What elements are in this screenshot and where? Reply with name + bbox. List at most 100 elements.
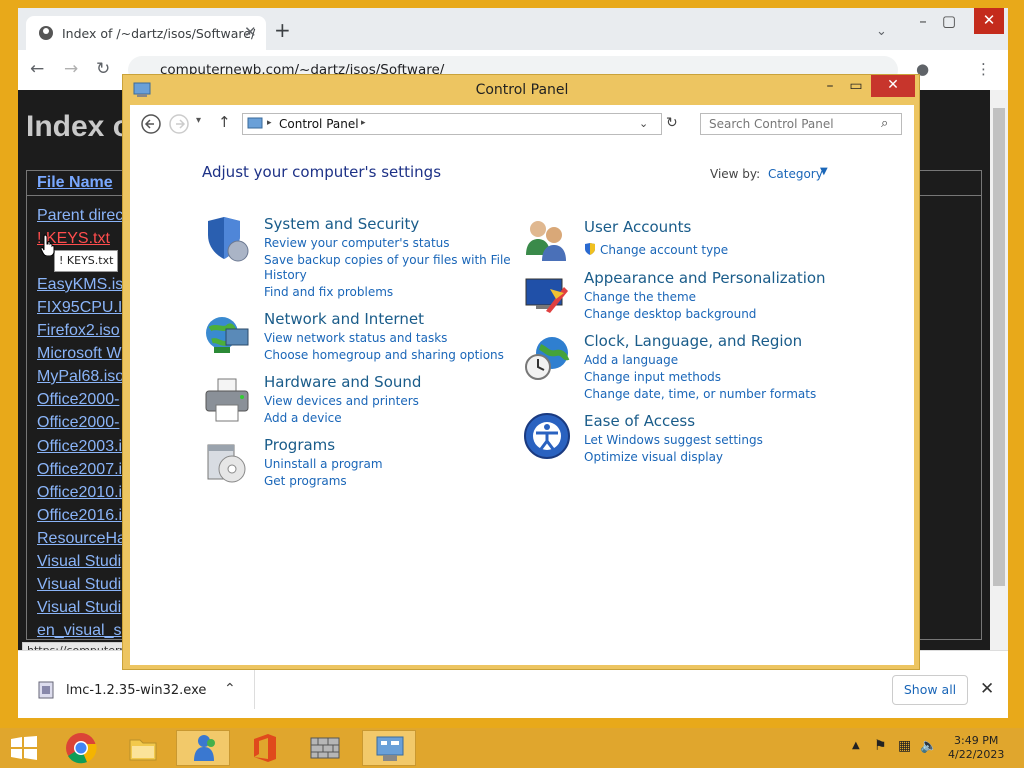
breadcrumb-arrow-icon[interactable]: ▸ xyxy=(267,118,272,128)
tab-strip: Index of /~dartz/isos/Software/ ✕ + ⌄ – … xyxy=(18,8,1008,50)
link-homegroup[interactable]: Choose homegroup and sharing options xyxy=(264,348,504,362)
category-appearance[interactable]: Appearance and Personalization xyxy=(584,269,826,287)
category-network-internet[interactable]: Network and Internet xyxy=(264,310,424,328)
file-link[interactable]: FIX95CPU.I xyxy=(37,299,122,317)
file-link[interactable]: en_visual_s xyxy=(37,622,122,640)
close-download-bar-icon[interactable]: ✕ xyxy=(980,679,994,699)
search-input[interactable]: Search Control Panel ⌕ xyxy=(700,113,902,135)
network-icon[interactable]: ▦ xyxy=(898,738,911,754)
file-link[interactable]: Parent direc xyxy=(37,207,123,225)
search-placeholder: Search Control Panel xyxy=(709,117,834,131)
category-ease-of-access[interactable]: Ease of Access xyxy=(584,412,695,430)
back-icon[interactable] xyxy=(140,113,162,135)
link-save-backup[interactable]: Save backup copies of your files with Fi… xyxy=(264,253,511,267)
link-find-fix[interactable]: Find and fix problems xyxy=(264,285,393,299)
view-by-chevron-icon[interactable]: ▼ xyxy=(820,166,828,177)
breadcrumb-arrow-icon[interactable]: ▸ xyxy=(361,118,366,128)
maximize-icon[interactable]: ▢ xyxy=(934,12,964,30)
forward-icon[interactable] xyxy=(168,113,190,135)
file-link[interactable]: Microsoft W xyxy=(37,345,121,363)
category-programs[interactable]: Programs xyxy=(264,436,335,454)
start-windows-icon[interactable] xyxy=(10,736,38,760)
link-suggest-settings[interactable]: Let Windows suggest settings xyxy=(584,433,763,447)
download-file-icon xyxy=(38,681,54,699)
show-hidden-icons[interactable]: ▲ xyxy=(852,740,860,751)
cp-maximize-icon[interactable]: ▭ xyxy=(843,78,869,94)
back-icon[interactable]: ← xyxy=(30,59,44,79)
file-link[interactable]: Office2016.i xyxy=(37,507,122,525)
file-link[interactable]: Visual Studi xyxy=(37,576,121,594)
link-change-account-type[interactable]: Change account type xyxy=(600,243,728,257)
link-add-device[interactable]: Add a device xyxy=(264,411,342,425)
show-all-button[interactable]: Show all xyxy=(892,675,968,705)
file-link[interactable]: MyPal68.iso xyxy=(37,368,124,386)
link-get-programs[interactable]: Get programs xyxy=(264,474,347,488)
link-devices-printers[interactable]: View devices and printers xyxy=(264,394,419,408)
control-panel-body: ▾ ↑ ▸ Control Panel ▸ ⌄ ↻ Search Control… xyxy=(130,105,914,665)
page-scrollbar[interactable] xyxy=(990,90,1008,650)
page-title: Adjust your computer's settings xyxy=(202,163,442,181)
file-link[interactable]: Office2010.i xyxy=(37,484,122,502)
link-date-time-formats[interactable]: Change date, time, or number formats xyxy=(584,387,816,401)
system-clock[interactable]: 3:49 PM 4/22/2023 xyxy=(948,734,1004,762)
file-link[interactable]: Visual Studi xyxy=(37,553,121,571)
control-panel-taskbar-button[interactable] xyxy=(362,730,416,766)
file-link[interactable]: Office2007.i xyxy=(37,461,122,479)
breadcrumb[interactable]: Control Panel xyxy=(279,117,359,131)
link-input-methods[interactable]: Change input methods xyxy=(584,370,721,384)
view-by-dropdown[interactable]: Category xyxy=(768,167,823,181)
explorer-taskbar-button[interactable] xyxy=(116,730,170,766)
app-taskbar-button[interactable] xyxy=(298,730,352,766)
address-bar[interactable]: ▸ Control Panel ▸ ⌄ xyxy=(242,113,662,135)
address-dropdown-icon[interactable]: ⌄ xyxy=(639,117,648,130)
chrome-taskbar-button[interactable] xyxy=(54,730,108,766)
office-taskbar-button[interactable] xyxy=(238,730,292,766)
file-link[interactable]: Office2000- xyxy=(37,391,119,409)
volume-muted-icon[interactable]: 🔈 xyxy=(920,738,937,754)
file-link[interactable]: Office2003.i xyxy=(37,438,122,456)
link-save-backup-history[interactable]: History xyxy=(264,268,307,282)
link-review-status[interactable]: Review your computer's status xyxy=(264,236,450,250)
category-hardware-sound[interactable]: Hardware and Sound xyxy=(264,373,421,391)
link-optimize-display[interactable]: Optimize visual display xyxy=(584,450,723,464)
reload-icon[interactable]: ↻ xyxy=(96,59,110,79)
category-system-security[interactable]: System and Security xyxy=(264,215,419,233)
link-add-language[interactable]: Add a language xyxy=(584,353,678,367)
scrollbar-thumb[interactable] xyxy=(993,108,1005,586)
cp-minimize-icon[interactable]: – xyxy=(817,78,843,94)
up-icon[interactable]: ↑ xyxy=(218,113,231,131)
file-link[interactable]: Office2000- xyxy=(37,414,119,432)
office-icon xyxy=(254,734,276,762)
category-clock-language[interactable]: Clock, Language, and Region xyxy=(584,332,802,350)
link-network-status[interactable]: View network status and tasks xyxy=(264,331,447,345)
clock-time: 3:49 PM xyxy=(954,734,999,747)
control-panel-small-icon xyxy=(247,117,263,129)
menu-icon[interactable]: ⋮ xyxy=(976,60,991,78)
download-chevron-icon[interactable]: ⌃ xyxy=(224,681,236,697)
tab-search-chevron-icon[interactable]: ⌄ xyxy=(876,24,887,39)
file-link[interactable]: ResourceHa xyxy=(37,530,126,548)
search-icon[interactable]: ⌕ xyxy=(881,116,888,131)
uac-shield-icon xyxy=(585,243,595,255)
recent-locations-icon[interactable]: ▾ xyxy=(196,115,201,126)
cp-close-icon[interactable]: ✕ xyxy=(871,75,915,97)
messenger-taskbar-button[interactable] xyxy=(176,730,230,766)
file-link[interactable]: Firefox2.iso xyxy=(37,322,120,340)
tab-close-icon[interactable]: ✕ xyxy=(244,23,257,41)
refresh-icon[interactable]: ↻ xyxy=(666,115,678,131)
link-desktop-background[interactable]: Change desktop background xyxy=(584,307,756,321)
close-window-icon[interactable]: ✕ xyxy=(974,8,1004,34)
download-filename[interactable]: lmc-1.2.35-win32.exe xyxy=(66,683,206,698)
printer-icon xyxy=(205,378,249,422)
users-icon xyxy=(526,221,566,261)
file-link[interactable]: Visual Studi xyxy=(37,599,121,617)
browser-tab[interactable]: Index of /~dartz/isos/Software/ ✕ xyxy=(26,16,266,50)
category-user-accounts[interactable]: User Accounts xyxy=(584,218,691,236)
link-change-theme[interactable]: Change the theme xyxy=(584,290,696,304)
forward-icon[interactable]: → xyxy=(64,59,78,79)
new-tab-icon[interactable]: + xyxy=(274,20,291,40)
file-link[interactable]: EasyKMS.is xyxy=(37,276,123,294)
action-center-flag-icon[interactable]: ⚑ xyxy=(874,738,887,754)
link-uninstall[interactable]: Uninstall a program xyxy=(264,457,383,471)
file-name-header[interactable]: File Name xyxy=(37,174,113,192)
